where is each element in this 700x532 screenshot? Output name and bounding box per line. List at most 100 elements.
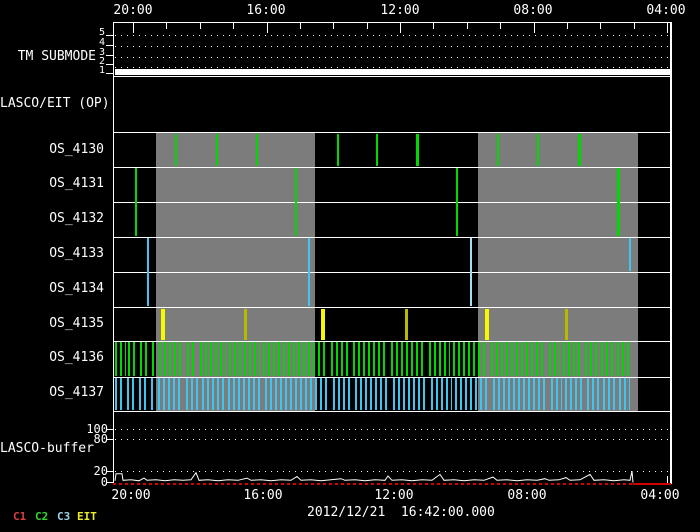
buffer-dotted-gridline — [115, 429, 670, 430]
bar-segment-os_4136 — [563, 342, 582, 376]
row-label: LASCO/EIT (OP) — [0, 97, 104, 110]
bar-segment-os_4137 — [295, 378, 330, 410]
bar-segment-os_4136 — [585, 342, 598, 376]
bar-segment-os_4137 — [493, 378, 515, 410]
bar-segment-os_4136 — [152, 342, 157, 376]
row-boundary-line — [113, 132, 670, 133]
tm-dotted-gridline — [115, 46, 670, 47]
bar-segment-os_4136 — [187, 342, 197, 376]
bar-segment-os_4137 — [603, 378, 616, 410]
row-label: LASCO-buffer — [0, 442, 88, 455]
bar-segment-os_4137 — [431, 378, 452, 410]
buffer-ytick — [106, 482, 113, 483]
bar-segment-os_4136 — [429, 342, 450, 376]
event-line-os_4130 — [578, 134, 581, 166]
timeline-plot-screen: 20:0016:0012:0008:0004:00 5432110080200 … — [0, 0, 700, 532]
bar-segment-os_4136 — [391, 342, 426, 376]
row-label: OS_4131 — [0, 177, 104, 190]
tm-submode-band — [115, 69, 670, 75]
bar-segment-os_4137 — [355, 378, 390, 410]
event-line-os_4131+os_4132 — [135, 168, 137, 236]
buffer-dotted-gridline — [115, 439, 670, 440]
date-label: 2012/12/21 16:42:00.000 — [307, 506, 495, 520]
event-line-os_4135 — [565, 309, 568, 340]
event-line-os_4130 — [416, 134, 419, 166]
buffer-ytick — [106, 471, 113, 472]
bar-segment-os_4137 — [518, 378, 548, 410]
hour-tick — [300, 23, 301, 29]
bar-segment-os_4137 — [228, 378, 262, 410]
hour-tick — [667, 23, 668, 33]
bar-segment-os_4137 — [127, 378, 137, 410]
event-line-os_4130 — [537, 134, 539, 166]
row-boundary-line — [113, 307, 670, 308]
left-axis-line — [113, 22, 114, 484]
bar-segment-os_4136 — [549, 342, 560, 376]
tm-dotted-gridline — [115, 57, 670, 58]
event-line-os_4133+os_4134 — [470, 238, 472, 306]
bar-segment-os_4136 — [491, 342, 513, 376]
row-boundary-line — [113, 272, 670, 273]
buffer-red-solid-line — [633, 483, 671, 485]
event-line-os_4135 — [321, 309, 325, 340]
hour-tick — [200, 23, 201, 29]
bar-segment-os_4137 — [202, 378, 225, 410]
bar-segment-os_4137 — [158, 378, 183, 410]
event-line-os_4135 — [485, 309, 489, 340]
plot-area: 5432110080200 — [0, 0, 700, 532]
buffer-end-spike — [667, 476, 668, 483]
buffer-ytick — [106, 439, 113, 440]
bar-segment-os_4137 — [565, 378, 584, 410]
hour-tick — [634, 23, 635, 29]
bar-segment-os_4136 — [128, 342, 138, 376]
event-line-os_4133 — [629, 238, 631, 271]
hour-tick — [500, 23, 501, 29]
bar-segment-os_4137 — [139, 378, 149, 410]
event-line-os_4130 — [256, 134, 258, 166]
event-line-os_4131+os_4132 — [617, 168, 620, 236]
hour-tick — [333, 23, 334, 29]
hour-tick — [267, 23, 268, 33]
bottom-time-label: 20:00 — [111, 489, 150, 502]
bar-segment-os_4137 — [455, 378, 490, 410]
event-line-os_4130 — [175, 134, 177, 166]
row-label: OS_4137 — [0, 386, 104, 399]
row-boundary-line — [113, 76, 670, 77]
bar-segment-os_4137 — [186, 378, 199, 410]
event-line-os_4130 — [376, 134, 378, 166]
hour-tick — [600, 23, 601, 29]
event-line-os_4133+os_4134 — [308, 238, 310, 306]
bar-segment-os_4136 — [617, 342, 630, 376]
row-label: OS_4134 — [0, 282, 104, 295]
bottom-time-label: 16:00 — [243, 489, 282, 502]
buffer-dotted-gridline — [115, 471, 670, 472]
row-boundary-line — [113, 411, 670, 412]
event-line-os_4130 — [337, 134, 339, 166]
event-line-os_4135 — [244, 309, 247, 340]
row-label: OS_4130 — [0, 143, 104, 156]
hour-tick — [467, 23, 468, 29]
bar-segment-os_4137 — [393, 378, 428, 410]
bar-segment-os_4136 — [453, 342, 488, 376]
bar-segment-os_4137 — [115, 378, 125, 410]
hour-tick — [133, 23, 134, 33]
legend-item-c1: C1 — [13, 511, 26, 523]
buffer-zero-red-dashed-line — [113, 483, 633, 485]
bar-segment-os_4136 — [601, 342, 614, 376]
bar-segment-os_4136 — [140, 342, 150, 376]
event-line-os_4130 — [497, 134, 499, 166]
event-line-os_4135 — [161, 309, 165, 340]
tm-ytick — [106, 64, 113, 65]
bar-segment-os_4136 — [516, 342, 546, 376]
tm-ytick — [106, 35, 113, 36]
tm-ytick — [106, 73, 113, 74]
bar-segment-os_4137 — [587, 378, 600, 410]
bar-segment-os_4136 — [353, 342, 388, 376]
bar-segment-os_4136 — [331, 342, 350, 376]
bottom-time-label: 04:00 — [640, 489, 679, 502]
bottom-time-label: 12:00 — [374, 489, 413, 502]
bar-segment-os_4136 — [263, 342, 290, 376]
event-line-os_4130 — [216, 134, 218, 166]
hour-tick — [534, 23, 535, 33]
hour-tick — [166, 23, 167, 29]
